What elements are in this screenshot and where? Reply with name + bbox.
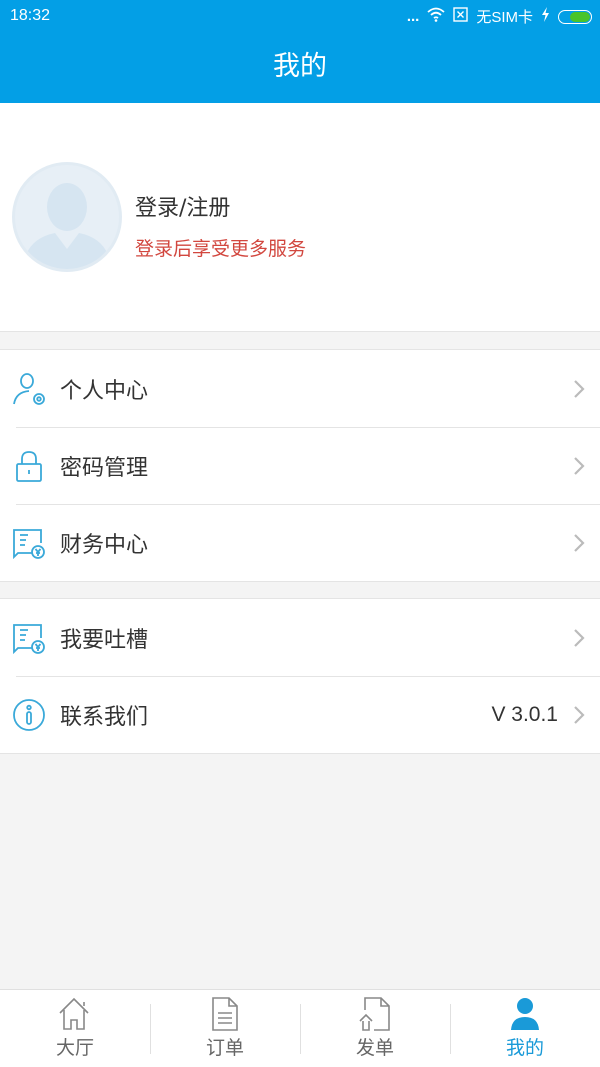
menu-item-label: 财务中心	[60, 532, 149, 558]
chevron-right-icon	[568, 379, 590, 399]
profile-section[interactable]: 登录/注册 登录后享受更多服务	[0, 103, 600, 332]
default-avatar-icon[interactable]	[12, 162, 122, 272]
charging-icon	[541, 7, 550, 26]
battery-icon	[558, 9, 592, 24]
user-settings-icon	[12, 372, 46, 406]
document-icon	[205, 996, 245, 1032]
tab-label: 订单	[205, 1037, 244, 1059]
menu-item-label: 密码管理	[60, 455, 149, 481]
status-icons: ... 无SIM卡	[407, 6, 592, 27]
chevron-right-icon	[568, 533, 590, 553]
menu-item-feedback[interactable]: 我要吐槽	[0, 599, 600, 676]
tab-hall[interactable]: 大厅	[0, 990, 150, 1067]
bottom-tab-bar: 大厅 订单 发单 我的	[0, 989, 600, 1067]
status-bar: 18:32 ... 无SIM卡	[0, 0, 600, 32]
chevron-right-icon	[568, 705, 590, 725]
finance-icon	[12, 526, 46, 560]
tab-label: 发单	[355, 1037, 394, 1059]
app-version: V 3.0.1	[491, 702, 558, 726]
tab-orders[interactable]: 订单	[150, 990, 300, 1067]
menu-group-support: 我要吐槽 联系我们 V 3.0.1	[0, 598, 600, 754]
upload-document-icon	[355, 996, 395, 1032]
menu-item-label: 我要吐槽	[60, 627, 149, 653]
menu-item-contact-us[interactable]: 联系我们 V 3.0.1	[0, 676, 600, 753]
wifi-icon	[427, 7, 445, 26]
home-icon	[55, 996, 95, 1032]
menu-group-account: 个人中心 密码管理 财务中心	[0, 349, 600, 582]
sim-blocked-icon	[453, 7, 469, 26]
page-title: 我的	[273, 51, 327, 82]
status-time: 18:32	[10, 7, 51, 24]
menu-item-personal-center[interactable]: 个人中心	[0, 350, 600, 427]
tab-mine[interactable]: 我的	[450, 990, 600, 1067]
app-header: 我的	[0, 32, 600, 103]
user-icon	[505, 996, 545, 1032]
lock-icon	[12, 449, 46, 483]
feedback-icon	[12, 621, 46, 655]
menu-item-finance-center[interactable]: 财务中心	[0, 504, 600, 581]
tab-label: 大厅	[55, 1037, 94, 1059]
menu-item-password-management[interactable]: 密码管理	[0, 427, 600, 504]
tab-label: 我的	[505, 1037, 544, 1059]
more-dots-icon: ...	[406, 8, 420, 25]
login-register-link[interactable]: 登录/注册	[135, 190, 230, 222]
menu-item-label: 联系我们	[60, 704, 149, 730]
tab-post-order[interactable]: 发单	[300, 990, 450, 1067]
info-icon	[12, 698, 46, 732]
chevron-right-icon	[568, 456, 590, 476]
login-hint: 登录后享受更多服务	[135, 238, 307, 260]
sim-status: 无SIM卡	[476, 9, 533, 26]
chevron-right-icon	[568, 628, 590, 648]
menu-item-label: 个人中心	[60, 378, 149, 404]
